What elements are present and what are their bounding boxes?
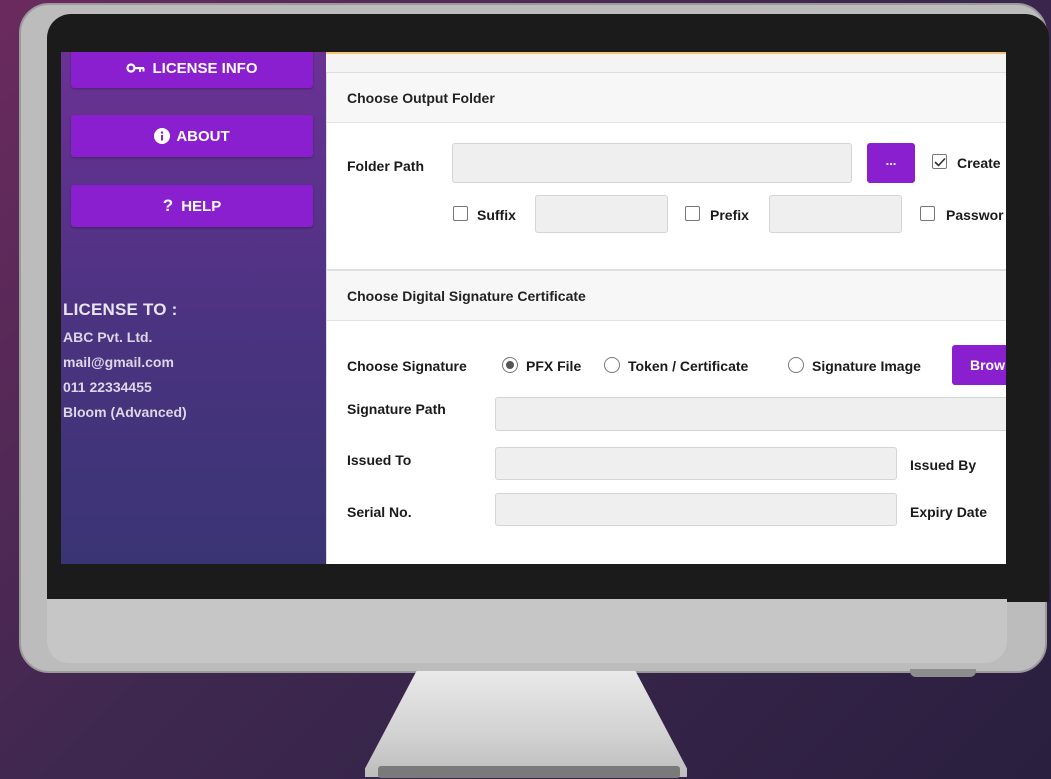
app-screen: LICENSE INFO ABOUT ? HELP LICENSE TO : A… [61,52,1006,564]
token-certificate-label: Token / Certificate [628,358,749,374]
issued-to-label: Issued To [347,452,412,468]
password-checkbox[interactable] [920,206,935,221]
serial-no-input [495,493,897,526]
suffix-label: Suffix [477,207,516,223]
create-checkbox[interactable] [932,154,947,169]
license-info-button[interactable]: LICENSE INFO [71,52,313,88]
signature-path-input[interactable] [495,397,1006,431]
prefix-label: Prefix [710,207,749,223]
license-to-title: LICENSE TO : [63,300,178,319]
prefix-checkbox[interactable] [685,206,700,221]
signature-path-label: Signature Path [347,401,446,417]
checkmark-icon [933,157,946,167]
prefix-input[interactable] [769,195,902,233]
license-company: ABC Pvt. Ltd. [63,329,153,345]
output-folder-header: Choose Output Folder [327,73,1006,123]
signature-header: Choose Digital Signature Certificate [327,271,1006,321]
help-button[interactable]: ? HELP [71,185,313,227]
output-folder-panel: Choose Output Folder Folder Path ... Cre… [326,72,1006,270]
question-mark-icon: ? [162,196,174,215]
license-info-block: LICENSE TO : ABC Pvt. Ltd. mail@gmail.co… [63,300,187,429]
issued-by-label: Issued By [910,457,977,473]
monitor-chin [47,599,1007,663]
signature-panel: Choose Digital Signature Certificate Cho… [326,270,1006,564]
license-info-label: LICENSE INFO [152,59,258,77]
license-edition: Bloom (Advanced) [63,404,187,420]
suffix-checkbox[interactable] [453,206,468,221]
monitor-chin-foot [910,669,976,677]
monitor-stand-neck [365,671,687,777]
main-content: Choose Output Folder Folder Path ... Cre… [326,52,1006,564]
license-email: mail@gmail.com [63,354,174,370]
pfx-file-label: PFX File [526,358,582,374]
monitor-stand-base [378,766,680,778]
signature-browse-button[interactable]: Brow [952,345,1006,385]
pfx-file-radio[interactable] [502,357,518,373]
radio-selected-dot [506,361,514,369]
info-icon [154,128,171,144]
expiry-date-label: Expiry Date [910,504,988,520]
folder-path-label: Folder Path [347,158,425,174]
issued-to-input [495,447,897,480]
key-icon [126,62,146,74]
choose-signature-label: Choose Signature [347,358,467,374]
serial-no-label: Serial No. [347,504,412,520]
token-certificate-radio[interactable] [604,357,620,373]
suffix-input[interactable] [535,195,668,233]
sidebar: LICENSE INFO ABOUT ? HELP LICENSE TO : A… [61,52,326,564]
folder-browse-button[interactable]: ... [867,143,915,183]
folder-path-input[interactable] [452,143,852,183]
help-label: HELP [181,197,222,215]
license-phone: 011 22334455 [63,379,152,395]
password-label: Passwor [946,207,1004,223]
about-label: ABOUT [176,127,230,145]
signature-image-label: Signature Image [812,358,921,374]
about-button[interactable]: ABOUT [71,115,313,157]
signature-image-radio[interactable] [788,357,804,373]
create-label: Create [957,155,1001,171]
